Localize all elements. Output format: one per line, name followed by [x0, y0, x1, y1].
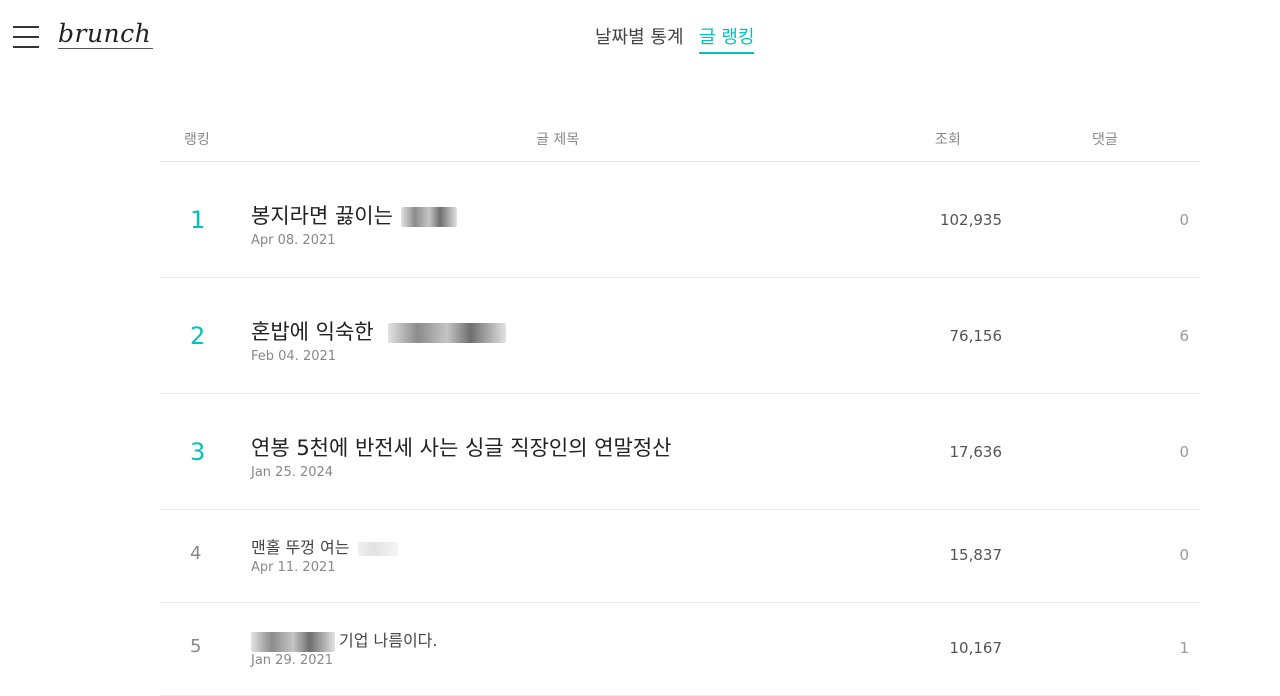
table-row[interactable]: 4 맨홀 뚜껑 여는 Apr 11. 2021 15,837 0	[160, 510, 1200, 603]
post-title-link[interactable]: 봉지라면 끓이는	[251, 200, 457, 230]
view-count: 17,636	[949, 443, 1003, 461]
column-header-comments: 댓글	[1092, 132, 1118, 148]
top-header: brunch 날짜별 통계 글 랭킹	[0, 0, 1280, 80]
rank-number: 2	[190, 322, 206, 350]
view-count: 102,935	[939, 211, 1002, 229]
redacted-blur	[387, 323, 506, 343]
table-row[interactable]: 1 봉지라면 끓이는 Apr 08. 2021 102,935 0	[160, 162, 1200, 278]
post-title-link[interactable]: 혼밥에 익숙한	[251, 316, 506, 346]
brunch-logo[interactable]: brunch	[58, 20, 154, 49]
column-header-views: 조회	[935, 132, 961, 148]
comment-count: 1	[1179, 639, 1189, 657]
comment-count: 6	[1179, 327, 1189, 345]
post-date: Feb 04. 2021	[251, 349, 337, 364]
table-header: 랭킹 글 제목 조회 댓글	[160, 112, 1200, 162]
redacted-blur	[251, 631, 335, 652]
post-date: Jan 25. 2024	[251, 465, 334, 480]
rank-number: 1	[190, 206, 206, 234]
comment-count: 0	[1179, 443, 1189, 461]
post-title-link[interactable]: 연봉 5천에 반전세 사는 싱글 직장인의 연말정산	[251, 432, 672, 462]
hamburger-menu-icon[interactable]	[13, 26, 39, 48]
rank-number: 4	[190, 543, 202, 564]
post-title-text: 맨홀 뚜껑 여는	[251, 538, 350, 557]
table-row[interactable]: 3 연봉 5천에 반전세 사는 싱글 직장인의 연말정산 Jan 25. 202…	[160, 394, 1200, 510]
post-title-text: 혼밥에 익숙한	[251, 320, 374, 344]
post-date: Apr 11. 2021	[251, 560, 336, 575]
tab-daily-stats[interactable]: 날짜별 통계	[595, 25, 684, 51]
table-row[interactable]: 5 기업 나름이다. Jan 29. 2021 10,167 1	[160, 603, 1200, 696]
post-title-link[interactable]: 기업 나름이다.	[251, 627, 438, 652]
view-count: 76,156	[949, 327, 1003, 345]
view-count: 10,167	[949, 639, 1003, 657]
comment-count: 0	[1179, 546, 1189, 564]
rank-number: 5	[190, 636, 202, 657]
post-title-link[interactable]: 맨홀 뚜껑 여는	[251, 534, 398, 558]
rank-number: 3	[190, 438, 206, 466]
ranking-table: 랭킹 글 제목 조회 댓글 1 봉지라면 끓이는 Apr 08. 2021 10…	[160, 112, 1200, 696]
table-row[interactable]: 2 혼밥에 익숙한 Feb 04. 2021 76,156 6	[160, 278, 1200, 394]
post-title-text: 봉지라면 끓이는	[251, 204, 393, 228]
column-header-title: 글 제목	[536, 132, 580, 148]
comment-count: 0	[1179, 211, 1189, 229]
post-date: Apr 08. 2021	[251, 233, 336, 248]
redacted-blur	[357, 541, 398, 556]
column-header-rank: 랭킹	[184, 132, 210, 148]
redacted-blur	[400, 207, 457, 227]
view-count: 15,837	[949, 546, 1003, 564]
post-date: Jan 29. 2021	[251, 653, 334, 668]
post-title-text: 기업 나름이다.	[339, 631, 438, 650]
tab-post-ranking[interactable]: 글 랭킹	[699, 25, 755, 54]
